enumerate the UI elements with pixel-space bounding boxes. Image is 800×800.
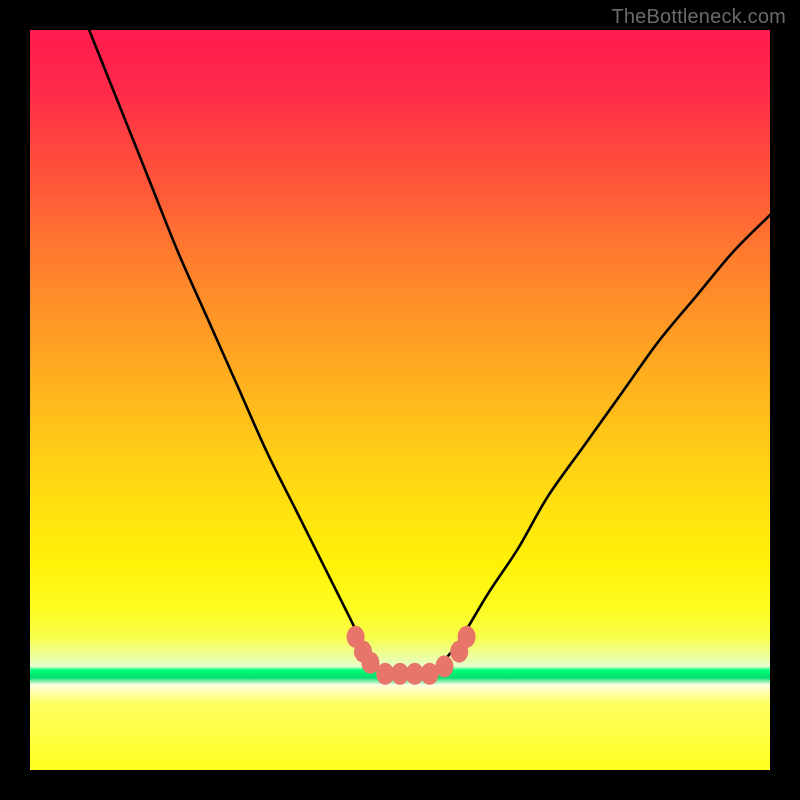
curve-line — [89, 30, 770, 674]
chart-plot-area — [30, 30, 770, 770]
watermark-text: TheBottleneck.com — [611, 6, 786, 29]
curve-marker — [458, 626, 476, 648]
curve-markers — [347, 626, 476, 685]
curve-marker — [435, 655, 453, 677]
chart-frame: TheBottleneck.com — [0, 0, 800, 800]
chart-svg — [30, 30, 770, 770]
